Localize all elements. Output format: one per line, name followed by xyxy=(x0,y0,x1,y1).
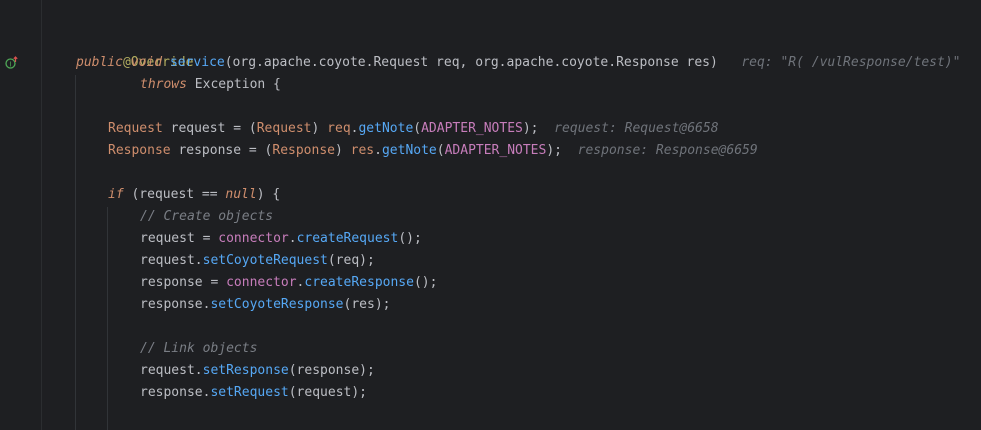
code-line: response.setRequest(request); xyxy=(140,382,367,404)
code-text: (request); xyxy=(288,385,368,400)
code-comment: // Link objects xyxy=(140,341,258,356)
code-line: request = connector.createRequest(); xyxy=(140,228,422,250)
method-call-getnote: getNote xyxy=(358,121,414,136)
method-call-setcoyoteresponse: setCoyoteResponse xyxy=(210,297,344,312)
code-text: ); xyxy=(522,121,539,136)
method-call-setresponse: setResponse xyxy=(202,363,289,378)
svg-text:I: I xyxy=(9,61,11,69)
code-line: if (request == null) { xyxy=(108,184,280,206)
code-line: // Create objects xyxy=(140,206,273,228)
keyword-public: public xyxy=(76,55,123,70)
method-call-createrequest: createRequest xyxy=(296,231,399,246)
variable-req: req xyxy=(327,121,351,136)
code-text: . xyxy=(374,143,382,158)
code-text: (res); xyxy=(343,297,391,312)
code-line: Response response = (Response) res.getNo… xyxy=(108,140,758,162)
method-call-setcoyoterequest: setCoyoteRequest xyxy=(202,253,328,268)
field-connector: connector xyxy=(226,275,297,290)
code-line: request.setResponse(response); xyxy=(140,360,375,382)
inline-debug-hint: request: Request@6658 xyxy=(554,121,719,136)
code-line: public void service(org.apache.coyote.Re… xyxy=(76,52,960,74)
code-text: ); xyxy=(546,143,562,158)
keyword-void: void xyxy=(130,55,163,70)
code-line: response.setCoyoteResponse(res); xyxy=(140,294,390,316)
indent-guide xyxy=(107,207,108,430)
code-area[interactable]: @Override public void service(org.apache… xyxy=(42,0,981,430)
code-text: ) xyxy=(311,121,328,136)
code-text: ) xyxy=(335,143,351,158)
editor-gutter: I xyxy=(0,0,42,430)
code-text: request = xyxy=(140,231,219,246)
override-method-icon[interactable]: I xyxy=(4,55,20,71)
code-text: response. xyxy=(140,385,211,400)
cast-request: Request xyxy=(256,121,312,136)
throws-clause: Exception { xyxy=(186,77,281,92)
method-call-createresponse: createResponse xyxy=(304,275,414,290)
code-line: Request request = (Request) req.getNote(… xyxy=(108,118,719,140)
code-line: request.setCoyoteRequest(req); xyxy=(140,250,375,272)
type-response: Response xyxy=(108,143,171,158)
code-text: request = ( xyxy=(162,121,257,136)
inline-debug-hint: response: Response@6659 xyxy=(577,143,758,158)
code-line: response = connector.createResponse(); xyxy=(140,272,437,294)
code-line: throws Exception { xyxy=(140,74,281,96)
code-text: ( xyxy=(413,121,422,136)
code-text: (); xyxy=(413,275,438,290)
constant-adapter-notes: ADAPTER_NOTES xyxy=(421,121,523,136)
code-line: // Link objects xyxy=(140,338,257,360)
code-text: ( xyxy=(436,143,445,158)
keyword-throws: throws xyxy=(140,77,187,92)
keyword-if: if xyxy=(108,187,124,202)
code-text: (); xyxy=(398,231,422,246)
field-connector: connector xyxy=(218,231,289,246)
code-text: (response); xyxy=(288,363,375,378)
constant-adapter-notes: ADAPTER_NOTES xyxy=(444,143,547,158)
cast-response: Response xyxy=(272,143,335,158)
code-text: request. xyxy=(140,253,203,268)
code-editor[interactable]: I @Override public void service(org.apac… xyxy=(0,0,981,430)
type-request: Request xyxy=(108,121,163,136)
indent-guide xyxy=(75,75,76,430)
method-call-getnote: getNote xyxy=(381,143,437,158)
code-text: response = ( xyxy=(170,143,273,158)
code-text: (req); xyxy=(327,253,375,268)
code-text: response. xyxy=(140,297,211,312)
code-text: (request == xyxy=(123,187,226,202)
code-comment: // Create objects xyxy=(140,209,274,224)
variable-res: res xyxy=(350,143,375,158)
code-line: @Override xyxy=(76,30,193,70)
method-parameters: (org.apache.coyote.Request req, org.apac… xyxy=(224,55,718,70)
method-name-service[interactable]: service xyxy=(170,55,225,70)
inline-debug-hint: req: "R( /vulResponse/test)" xyxy=(741,55,961,70)
code-text: . xyxy=(288,231,297,246)
code-text: response = xyxy=(140,275,227,290)
code-text: ) { xyxy=(256,187,281,202)
keyword-null: null xyxy=(225,187,257,202)
code-text: request. xyxy=(140,363,203,378)
method-call-setrequest: setRequest xyxy=(210,385,289,400)
